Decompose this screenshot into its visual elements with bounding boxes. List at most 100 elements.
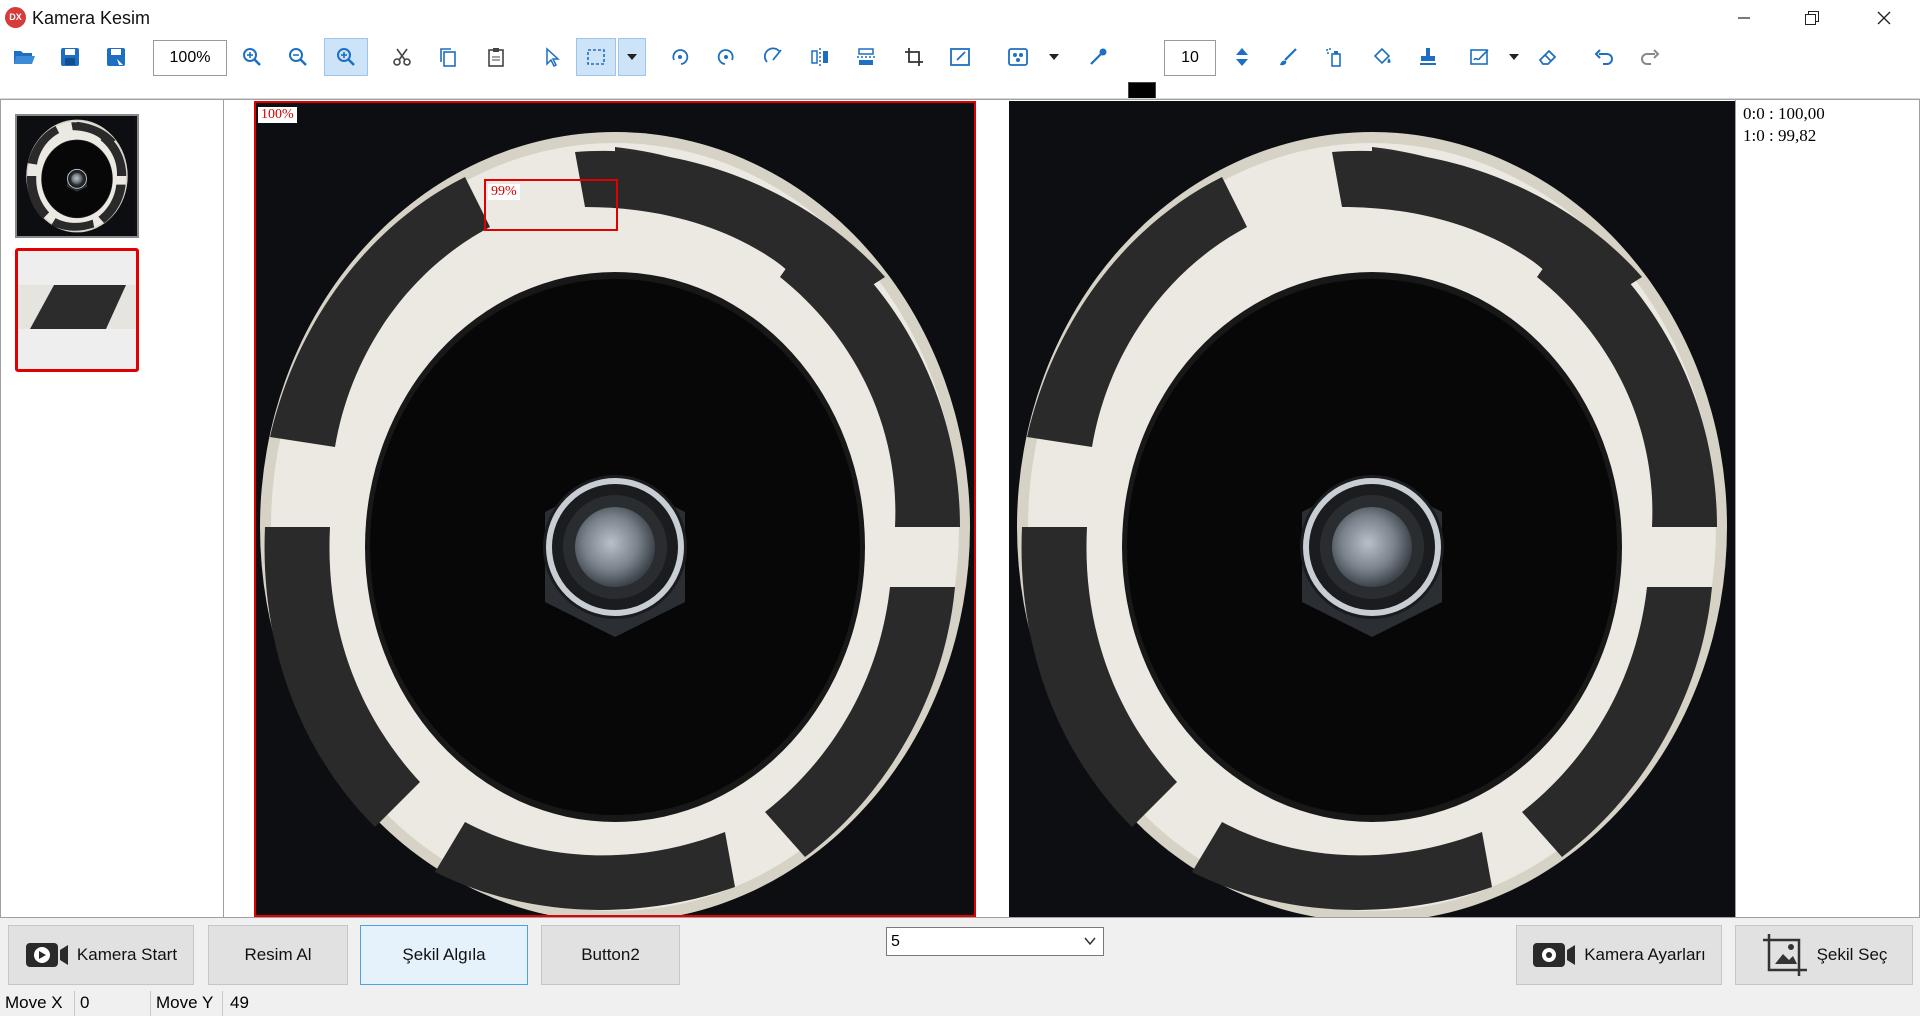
undo-icon [1594,49,1613,65]
undo-button[interactable] [1586,38,1622,76]
signature-dropdown[interactable] [1506,38,1522,76]
zoom-out-icon [289,48,307,66]
flip-vertical-button[interactable] [848,38,884,76]
minimize-icon [1738,17,1750,19]
eraser-button[interactable] [1530,38,1566,76]
window-title: Kamera Kesim [32,8,151,28]
spinner-arrows-icon [1236,48,1248,66]
chevron-down-icon [1509,54,1519,60]
restore-icon [1805,11,1819,25]
stamp-button[interactable] [1410,38,1446,76]
scissors-icon [393,48,411,66]
video-play-icon [25,940,69,970]
paste-button[interactable] [478,38,514,76]
flip-horizontal-button[interactable] [802,38,838,76]
flip-vertical-icon [857,48,875,65]
status-bar: Move X 0 Move Y 49 [0,991,1920,1016]
zoom-fit-button[interactable] [324,38,368,76]
rect-select-dropdown[interactable] [618,38,646,76]
zoom-in-icon [243,48,261,66]
image-crop-icon [1761,932,1809,978]
brush-size-spinner[interactable] [1224,38,1260,76]
signature-button[interactable] [1462,38,1498,76]
brush-size-input[interactable]: 10 [1164,40,1216,76]
eyedropper-button[interactable] [1080,38,1116,76]
detected-roi-box[interactable]: 99% [484,179,618,231]
stamp-icon [1420,48,1436,65]
zoom-input[interactable]: 100% [153,40,227,76]
resize-icon [950,48,970,66]
move-x-value: 0 [80,993,90,1012]
zoom-in-button[interactable] [234,38,270,76]
open-button[interactable] [6,38,42,76]
status-divider [150,991,151,1016]
close-icon [1877,11,1891,25]
count-select[interactable]: 5 [886,927,1104,956]
rotate-left-icon [672,49,689,65]
folder-open-icon [14,51,35,64]
source-image-view[interactable]: 100% 99% [254,101,976,917]
sekil-sec-label: Şekil Seç [1816,945,1888,964]
move-y-label: Move Y [156,993,214,1012]
palette-button[interactable] [1000,38,1036,76]
thumbnail-full-image[interactable] [15,114,139,238]
resim-al-button[interactable]: Resim Al [208,925,348,985]
brush-button[interactable] [1270,38,1306,76]
count-select-value: 5 [891,932,900,950]
chevron-down-icon [627,54,637,60]
rotate-free-button[interactable] [756,38,792,76]
restore-button[interactable] [1784,0,1840,36]
result-image-view[interactable] [1009,101,1735,917]
save-as-button[interactable] [98,38,134,76]
thumbnail-panel [0,99,224,917]
sekil-algila-button[interactable]: Şekil Algıla [360,925,528,985]
status-divider [222,991,223,1016]
rect-select-button[interactable] [576,38,616,76]
rotate-right-icon [717,49,734,65]
resize-button[interactable] [942,38,978,76]
sekil-algila-label: Şekil Algıla [402,945,486,964]
image-canvas-area: 100% 99% [224,99,1735,917]
select-pointer-button[interactable] [534,38,570,76]
redo-button[interactable] [1632,38,1668,76]
rotate-left-button[interactable] [662,38,698,76]
rotate-angle-icon [764,47,782,63]
minimize-button[interactable] [1716,0,1772,36]
crop-button[interactable] [896,38,932,76]
rotate-right-button[interactable] [708,38,744,76]
save-icon [61,48,79,66]
result-line-1: 1:0 : 99,82 [1743,126,1817,145]
cut-button[interactable] [384,38,420,76]
palette-icon [1008,48,1028,66]
camera-settings-icon [1532,940,1576,970]
kamera-ayarlari-label: Kamera Ayarları [1584,945,1706,964]
move-x-label: Move X [5,993,63,1012]
roi-score-label: 99% [488,184,520,200]
save-button[interactable] [52,38,88,76]
crop-thumbnail [18,251,136,369]
chevron-down-icon [1049,54,1059,60]
fill-bucket-button[interactable] [1364,38,1400,76]
cursor-arrow-icon [546,47,560,68]
flip-horizontal-icon [811,48,828,66]
copy-button[interactable] [430,38,466,76]
thumbnail-cropped-region[interactable] [15,248,139,372]
spray-button[interactable] [1316,38,1352,76]
rect-select-icon [587,49,605,65]
kamera-start-button[interactable]: Kamera Start [8,925,194,985]
sekil-sec-button[interactable]: Şekil Seç [1735,925,1913,985]
paint-brush-icon [1280,48,1297,66]
palette-dropdown[interactable] [1046,38,1062,76]
app-logo-icon: DX [5,7,26,28]
zoom-out-button[interactable] [280,38,316,76]
status-divider [74,991,75,1016]
fan-image-thumbnail [19,116,135,236]
close-button[interactable] [1856,0,1912,36]
button2-button[interactable]: Button2 [541,925,680,985]
results-panel: 0:0 : 100,00 1:0 : 99,82 [1735,99,1920,917]
kamera-ayarlari-button[interactable]: Kamera Ayarları [1516,925,1722,985]
fan-result-image [1009,101,1735,917]
spray-can-icon [1326,48,1341,67]
button2-label: Button2 [581,945,640,964]
save-as-icon [107,48,125,66]
